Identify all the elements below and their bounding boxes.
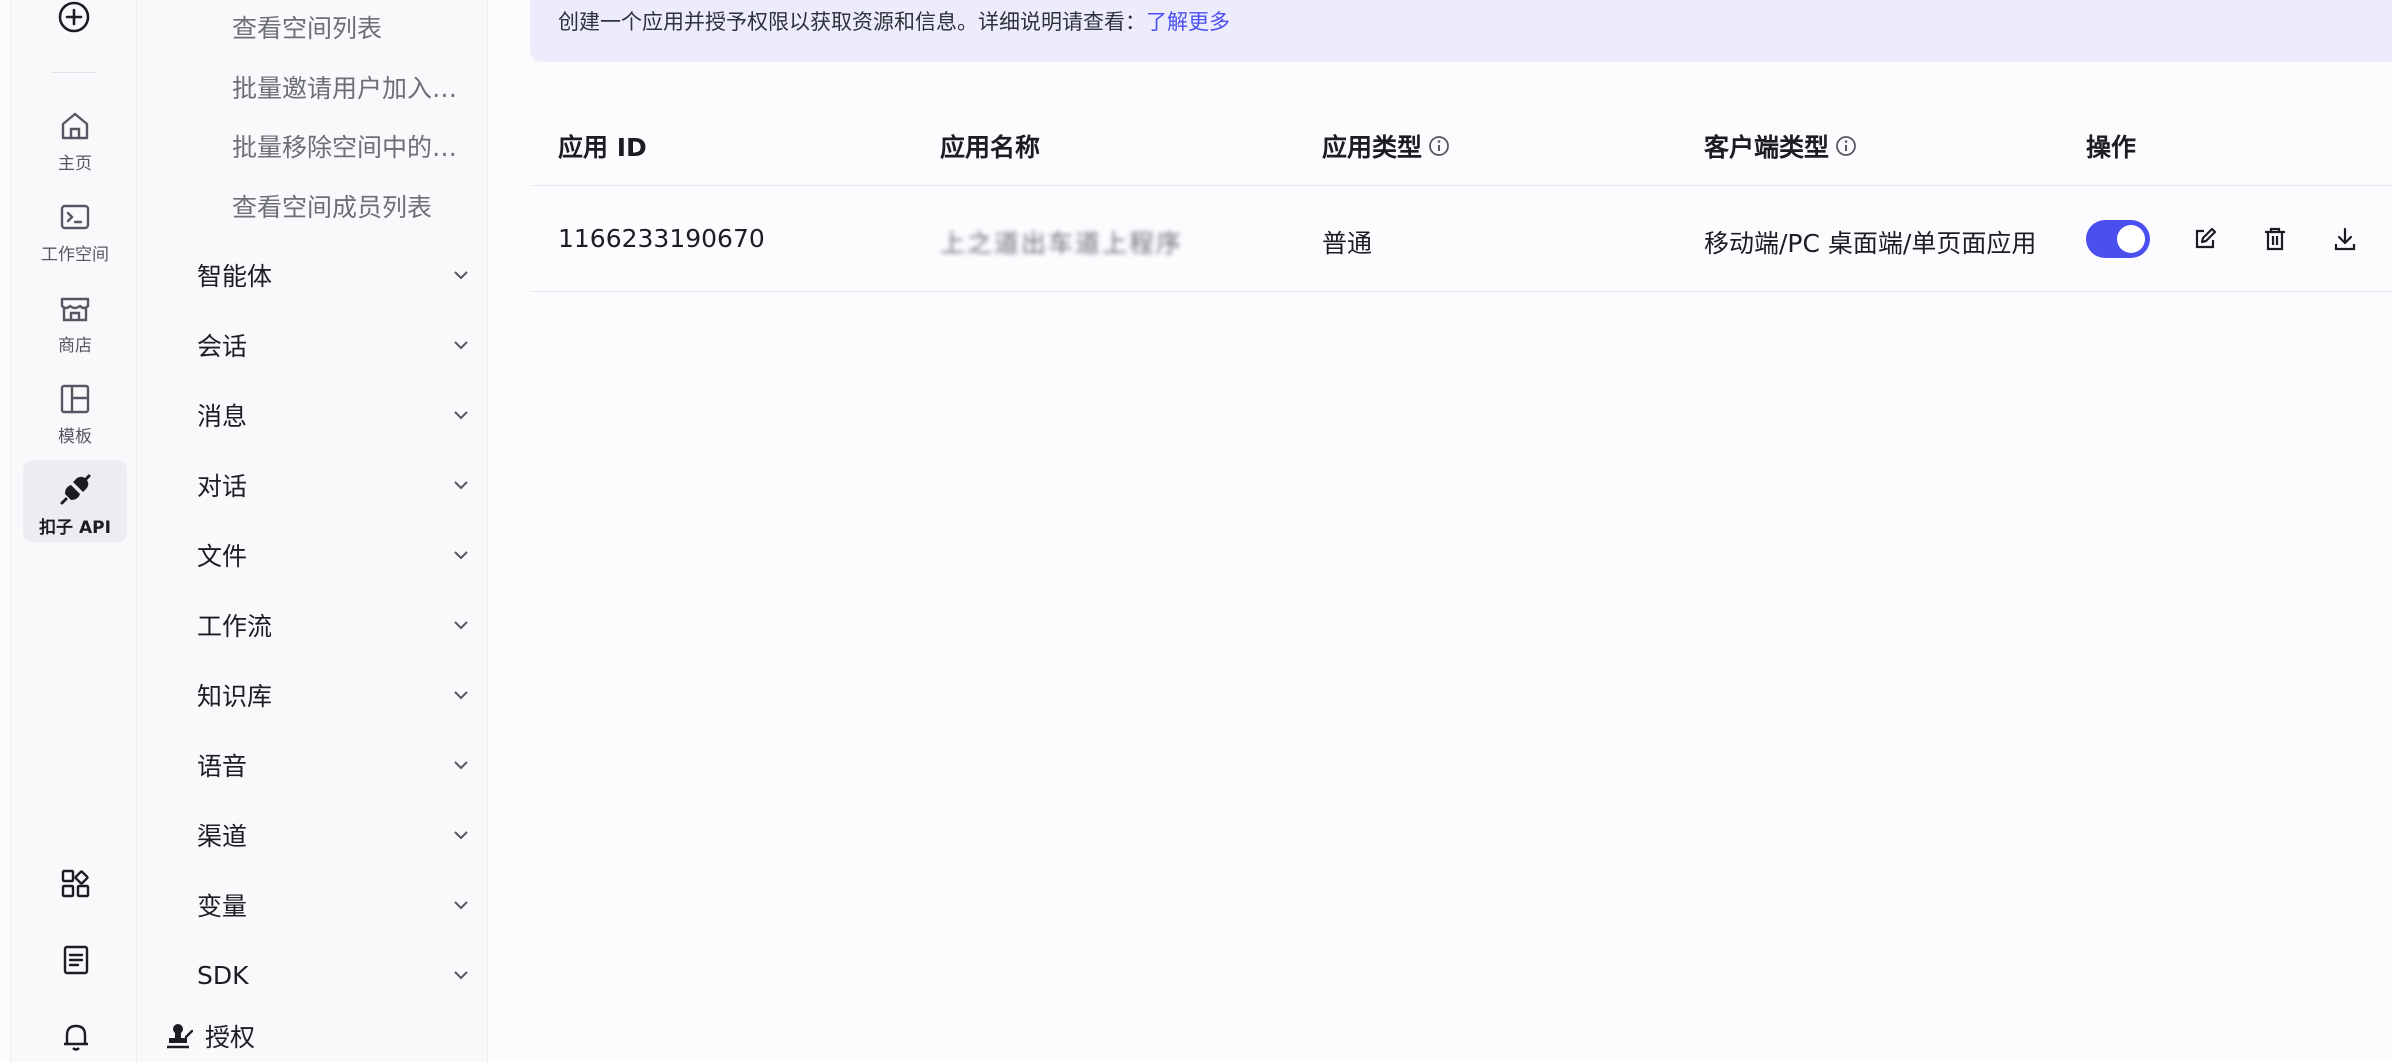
- auth-label: 授权: [205, 1023, 256, 1052]
- document-icon[interactable]: [60, 944, 92, 976]
- sidebar-group-message[interactable]: 消息: [197, 392, 477, 438]
- chevron-down-icon: [454, 831, 468, 840]
- sidebar-group-agent[interactable]: 智能体: [197, 252, 477, 298]
- sidebar-link[interactable]: 批量移除空间中的用户: [232, 128, 472, 168]
- nav-label: 商店: [58, 336, 92, 356]
- sidebar-group-file[interactable]: 文件: [197, 532, 477, 578]
- header-label: 应用 ID: [558, 133, 647, 162]
- add-icon[interactable]: [56, 0, 92, 36]
- nav-label: 工作空间: [41, 245, 109, 265]
- sidebar-group-knowledge[interactable]: 知识库: [197, 672, 477, 718]
- toggle-knob: [2117, 225, 2145, 253]
- group-label: 对话: [197, 472, 248, 501]
- col-app-name: 应用名称: [940, 128, 1040, 164]
- group-label: SDK: [197, 960, 249, 990]
- header-label: 操作: [2086, 133, 2137, 162]
- group-label: 智能体: [197, 262, 273, 291]
- nav-item-store[interactable]: 商店: [23, 278, 127, 360]
- store-icon: [57, 290, 93, 326]
- edit-icon[interactable]: [2190, 224, 2220, 254]
- chevron-down-icon: [454, 481, 468, 490]
- sidebar-group-chat[interactable]: 对话: [197, 462, 477, 508]
- col-client-type: 客户端类型: [1704, 128, 1857, 164]
- learn-more-link[interactable]: 了解更多: [1146, 10, 1230, 34]
- table-row: 1166233190670 上之道出车道上程序 普通 移动端/PC 桌面端/单页…: [530, 186, 2392, 292]
- sidebar-item-authorization[interactable]: 授权: [165, 1016, 255, 1056]
- template-icon: [57, 381, 93, 417]
- main-content: 创建一个应用并授予权限以获取资源和信息。详细说明请查看：了解更多 应用 ID 应…: [488, 0, 2392, 1062]
- col-app-id: 应用 ID: [558, 128, 647, 164]
- sidebar-group-sdk[interactable]: SDK: [197, 952, 477, 998]
- group-label: 文件: [197, 542, 248, 571]
- header-label: 客户端类型: [1704, 133, 1830, 162]
- sidebar-link[interactable]: 查看空间成员列表: [232, 188, 472, 228]
- sidebar-group-variable[interactable]: 变量: [197, 882, 477, 928]
- group-label: 工作流: [197, 612, 273, 641]
- group-label: 渠道: [197, 822, 248, 851]
- sidebar-link[interactable]: 查看空间列表: [232, 9, 472, 49]
- chevron-down-icon: [454, 271, 468, 280]
- plug-icon: [57, 472, 93, 508]
- nav-item-workspace[interactable]: 工作空间: [23, 187, 127, 269]
- info-banner: 创建一个应用并授予权限以获取资源和信息。详细说明请查看：了解更多: [530, 0, 2392, 62]
- group-label: 会话: [197, 332, 248, 361]
- nav-label: 主页: [58, 154, 92, 174]
- global-nav-rail: 主页 工作空间 商店 模板 扣子 API: [10, 0, 137, 1062]
- chevron-down-icon: [454, 341, 468, 350]
- nav-label: 模板: [58, 427, 92, 447]
- download-icon[interactable]: [2330, 224, 2360, 254]
- banner-text: 创建一个应用并授予权限以获取资源和信息。详细说明请查看：: [558, 10, 1146, 34]
- cell-app-id: 1166233190670: [558, 224, 765, 253]
- nav-label: 扣子 API: [39, 518, 111, 538]
- info-icon[interactable]: [1835, 135, 1857, 157]
- api-docs-sidebar: 查看空间列表 批量邀请用户加入空间 批量移除空间中的用户 查看空间成员列表 智能…: [137, 0, 488, 1062]
- chevron-down-icon: [454, 551, 468, 560]
- sidebar-group-voice[interactable]: 语音: [197, 742, 477, 788]
- cell-app-name: 上之道出车道上程序: [940, 229, 1184, 258]
- chevron-down-icon: [454, 621, 468, 630]
- info-icon[interactable]: [1428, 135, 1450, 157]
- sidebar-group-workflow[interactable]: 工作流: [197, 602, 477, 648]
- group-label: 消息: [197, 402, 248, 431]
- table-header: 应用 ID 应用名称 应用类型 客户端类型 操作: [530, 106, 2392, 186]
- terminal-icon: [57, 199, 93, 235]
- nav-item-template[interactable]: 模板: [23, 369, 127, 451]
- col-actions: 操作: [2086, 128, 2136, 164]
- chevron-down-icon: [454, 901, 468, 910]
- sidebar-link[interactable]: 批量邀请用户加入空间: [232, 69, 472, 109]
- enable-toggle[interactable]: [2086, 220, 2150, 258]
- col-app-type: 应用类型: [1322, 128, 1450, 164]
- delete-icon[interactable]: [2260, 224, 2290, 254]
- cell-app-type: 普通: [1322, 229, 1373, 258]
- cell-client-type: 移动端/PC 桌面端/单页面应用: [1704, 229, 2037, 258]
- nav-item-coze-api[interactable]: 扣子 API: [23, 460, 127, 542]
- chevron-down-icon: [454, 411, 468, 420]
- chevron-down-icon: [454, 761, 468, 770]
- apps-icon[interactable]: [60, 868, 92, 900]
- bell-icon[interactable]: [60, 1020, 92, 1052]
- stamp-icon: [167, 1024, 193, 1049]
- header-label: 应用名称: [940, 133, 1041, 162]
- group-label: 知识库: [197, 682, 273, 711]
- header-label: 应用类型: [1322, 133, 1423, 162]
- group-label: 变量: [197, 892, 248, 921]
- chevron-down-icon: [454, 691, 468, 700]
- group-label: 语音: [197, 752, 248, 781]
- chevron-down-icon: [454, 971, 468, 980]
- nav-item-home[interactable]: 主页: [23, 96, 127, 178]
- sidebar-group-channel[interactable]: 渠道: [197, 812, 477, 858]
- sidebar-group-conversation[interactable]: 会话: [197, 322, 477, 368]
- home-icon: [57, 108, 93, 144]
- rail-divider: [52, 72, 96, 73]
